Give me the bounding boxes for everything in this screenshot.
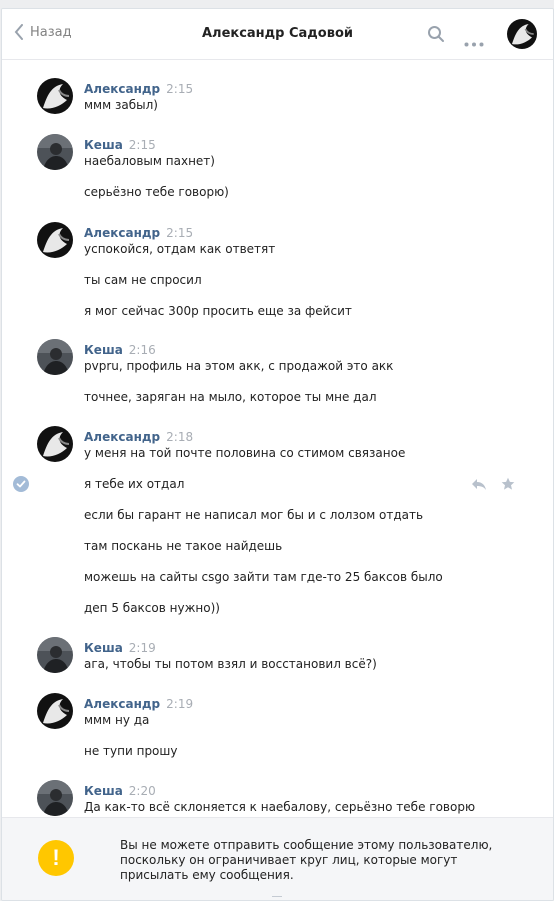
message-text[interactable]: там поскань не такое найдешь [84, 539, 282, 553]
reply-icon[interactable] [471, 476, 487, 495]
message-time[interactable]: 2:15 [166, 82, 193, 96]
star-icon[interactable] [501, 476, 515, 495]
message-text[interactable]: можешь на сайты csgo зайти там где-то 25… [84, 570, 443, 584]
header-avatar[interactable] [507, 19, 537, 49]
composer-blocked-notice: ! Вы не можете отправить сообщение этому… [2, 817, 553, 900]
more-options-icon[interactable] [464, 32, 484, 51]
message-time[interactable]: 2:16 [129, 343, 156, 357]
message-actions [471, 476, 515, 495]
message-text[interactable]: pvpru, профиль на этом акк, с продажой э… [84, 359, 393, 373]
author-name[interactable]: Кеша [84, 784, 123, 798]
message-meta: Александр 2:15 [84, 226, 193, 240]
message-meta: Александр 2:19 [84, 697, 193, 711]
message-meta: Александр 2:18 [84, 430, 193, 444]
message-text[interactable]: ты сам не спросил [84, 273, 202, 287]
message-text[interactable]: если бы гарант не написал мог бы и с лол… [84, 508, 423, 522]
author-name[interactable]: Кеша [84, 641, 123, 655]
avatar[interactable] [37, 637, 73, 673]
author-name[interactable]: Александр [84, 430, 160, 444]
avatar[interactable] [37, 426, 73, 462]
select-message-check-icon[interactable] [13, 476, 29, 492]
message-text[interactable]: серьёзно тебе говорю) [84, 185, 229, 199]
message-time[interactable]: 2:19 [129, 641, 156, 655]
author-name[interactable]: Александр [84, 82, 160, 96]
message-text[interactable]: ага, чтобы ты потом взял и восстановил в… [84, 657, 377, 671]
message-meta: Кеша 2:19 [84, 641, 156, 655]
chat-header: Назад Александр Садовой [2, 9, 553, 60]
message-text[interactable]: ммм ну да [84, 713, 149, 727]
message-text[interactable]: точнее, заряган на мыло, которое ты мне … [84, 390, 377, 404]
message-text[interactable]: не тупи прошу [84, 744, 177, 758]
message-time[interactable]: 2:15 [129, 138, 156, 152]
avatar[interactable] [37, 339, 73, 375]
avatar[interactable] [37, 222, 73, 258]
chat-window: Назад Александр Садовой Александр 2:15 ммм… [1, 8, 554, 901]
message-text[interactable]: успокойся, отдам как ответят [84, 242, 275, 256]
avatar[interactable] [37, 780, 73, 816]
message-meta: Кеша 2:16 [84, 343, 156, 357]
message-text[interactable]: у меня на той почте половина со стимом с… [84, 446, 405, 460]
message-text[interactable]: деп 5 баксов нужно)) [84, 601, 220, 615]
author-name[interactable]: Александр [84, 697, 160, 711]
message-time[interactable]: 2:20 [129, 784, 156, 798]
avatar[interactable] [37, 78, 73, 114]
search-icon[interactable] [427, 25, 445, 47]
message-time[interactable]: 2:15 [166, 226, 193, 240]
message-text[interactable]: я тебе их отдал [84, 477, 184, 491]
message-time[interactable]: 2:18 [166, 430, 193, 444]
author-name[interactable]: Кеша [84, 138, 123, 152]
message-meta: Кеша 2:20 [84, 784, 156, 798]
avatar[interactable] [37, 693, 73, 729]
message-list[interactable]: Александр 2:15 ммм забыл) Кеша 2:15 наебаловы… [2, 60, 553, 817]
message-text[interactable]: ммм забыл) [84, 98, 158, 112]
notice-text: Вы не можете отправить сообщение этому п… [120, 838, 493, 882]
avatar[interactable] [37, 134, 73, 170]
message-text[interactable]: я мог сейчас 300р просить еще за фейсит [84, 304, 352, 318]
message-text[interactable]: наебаловым пахнет) [84, 154, 215, 168]
author-name[interactable]: Александр [84, 226, 160, 240]
message-meta: Александр 2:15 [84, 82, 193, 96]
message-meta: Кеша 2:15 [84, 138, 156, 152]
author-name[interactable]: Кеша [84, 343, 123, 357]
message-time[interactable]: 2:19 [166, 697, 193, 711]
message-text[interactable]: Да как-то всё склоняется к наебалову, се… [84, 800, 475, 814]
warning-icon: ! [38, 840, 74, 876]
